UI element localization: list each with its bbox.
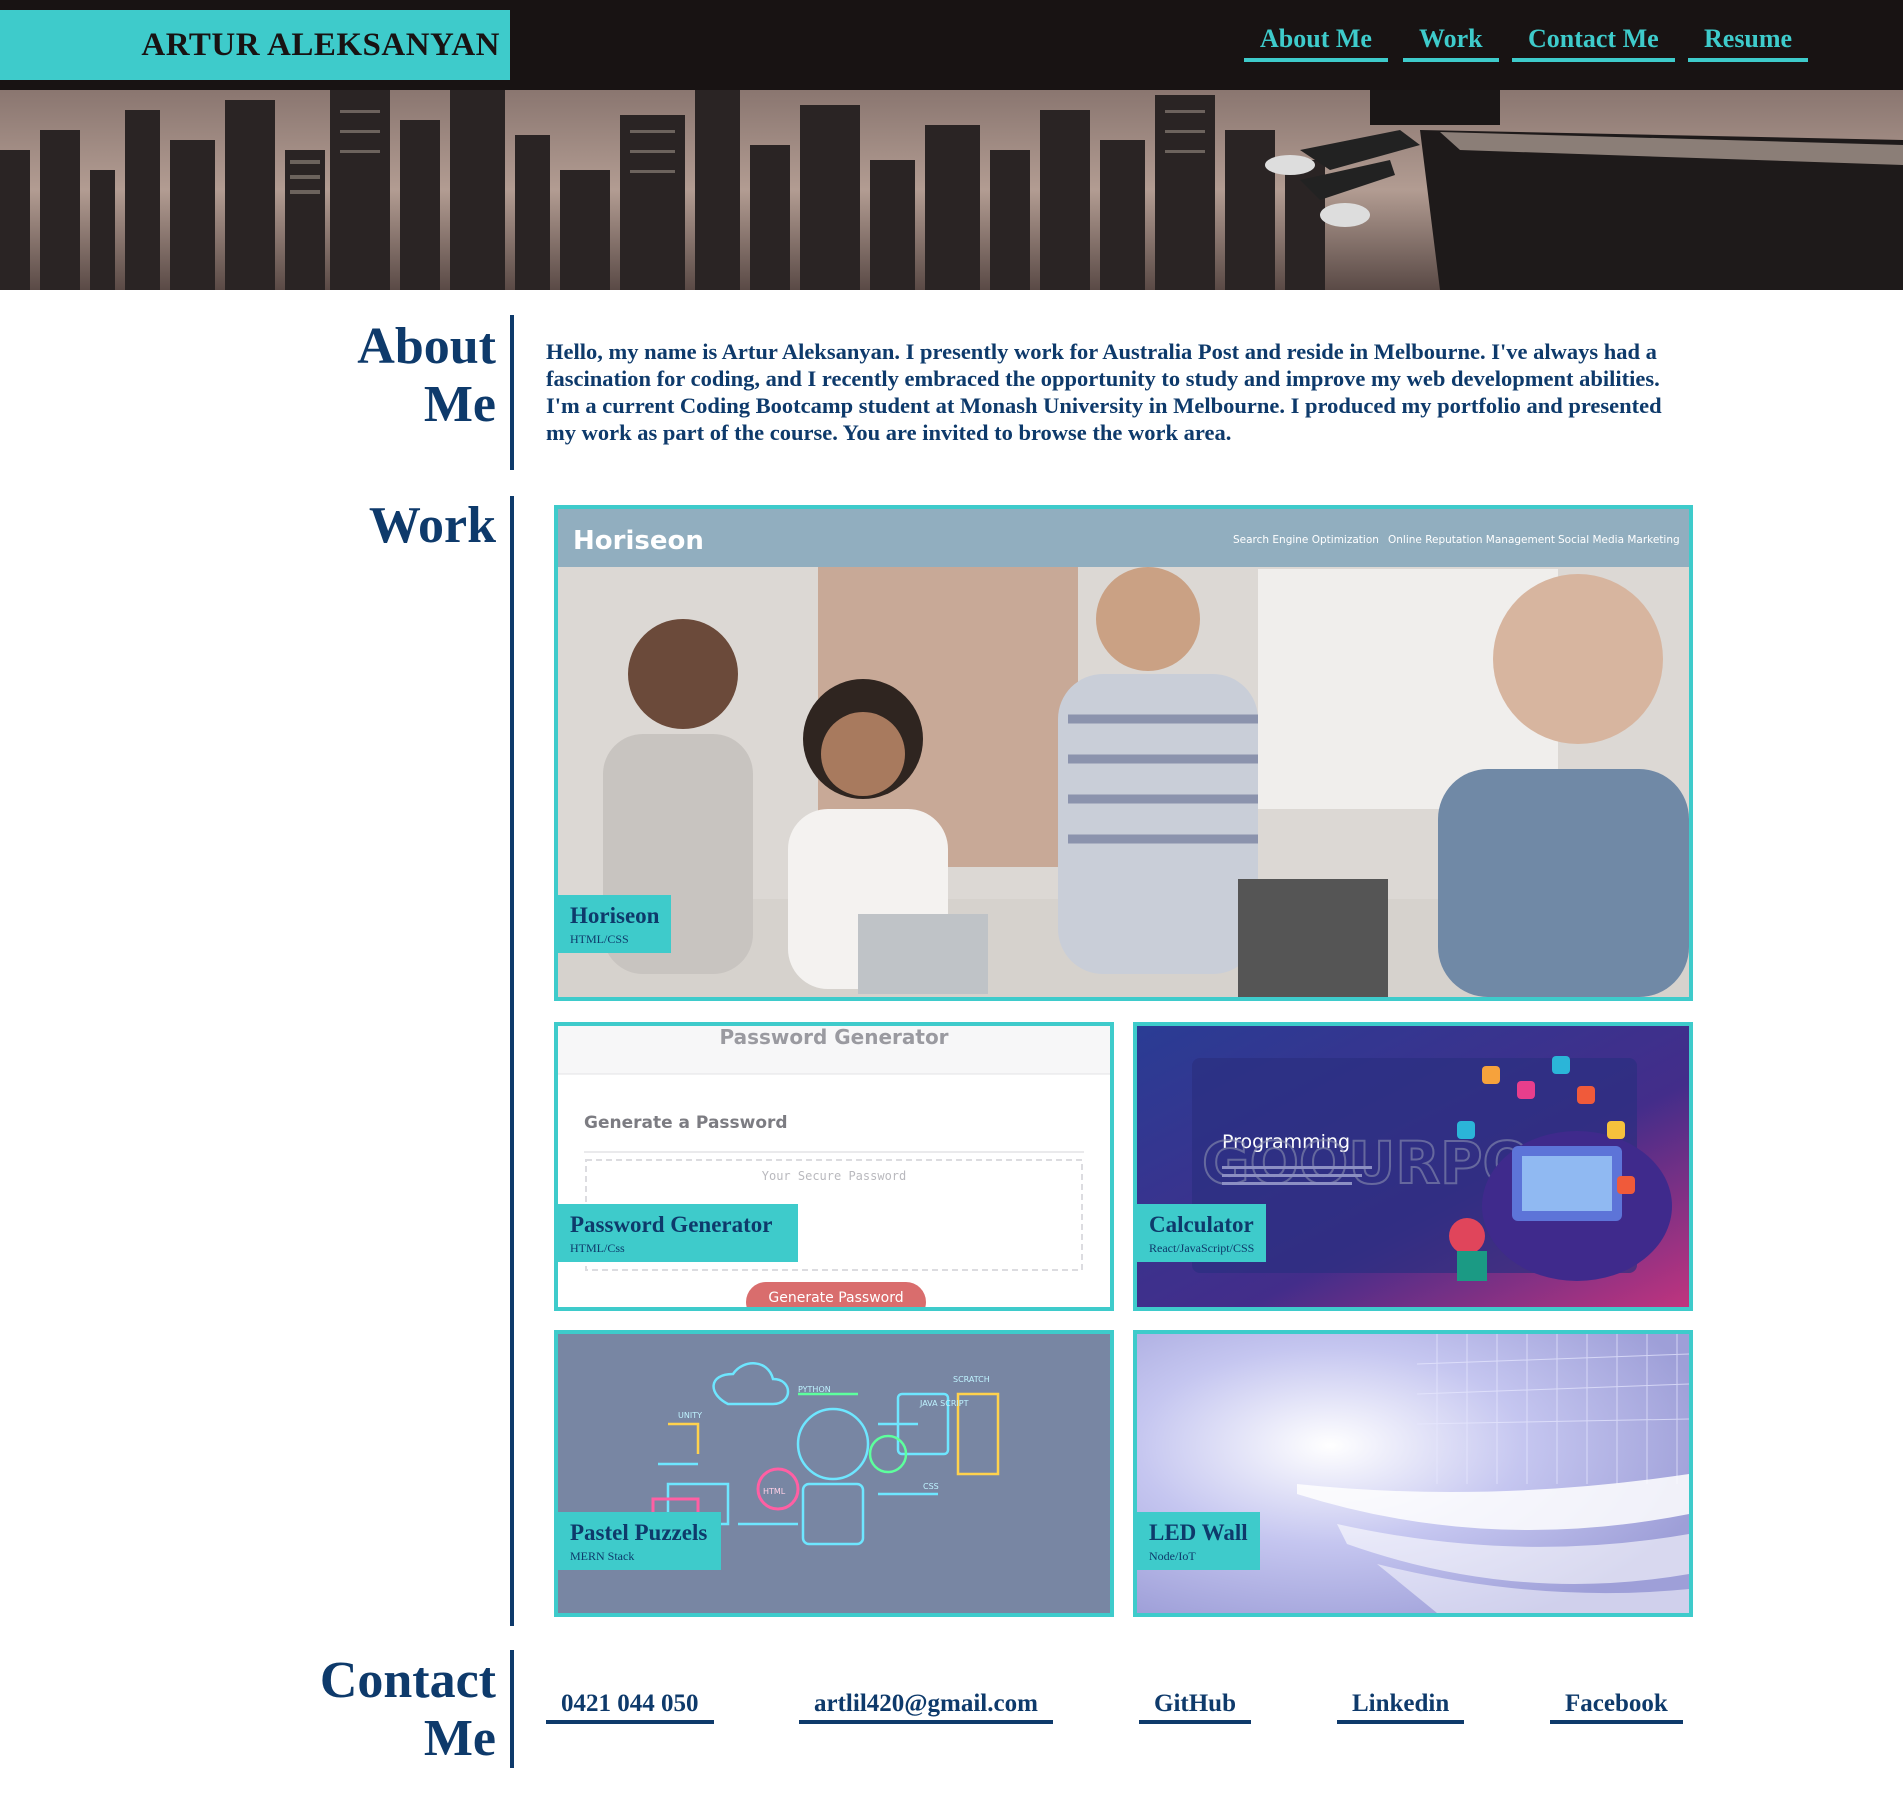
project-tech-pastel-puzzels: MERN Stack [570, 1549, 635, 1563]
project-label-led-wall: LED Wall Node/IoT [1137, 1512, 1260, 1570]
about-divider [510, 315, 514, 470]
puzzels-preview-label-unity: UNITY [678, 1411, 702, 1420]
contact-facebook-link[interactable]: Facebook [1550, 1690, 1683, 1724]
project-title-password-generator[interactable]: Password Generator [570, 1212, 773, 1238]
horiseon-preview-logo: Horiseon [573, 526, 704, 556]
password-preview-heading: Generate a Password [584, 1113, 788, 1133]
puzzels-preview-label-css: CSS [923, 1482, 939, 1491]
project-title-horiseon[interactable]: Horiseon [570, 903, 659, 929]
puzzels-preview-label-scratch: SCRATCH [953, 1375, 990, 1384]
work-divider [510, 496, 514, 1626]
password-preview-header: Password Generator [719, 1026, 948, 1049]
project-title-led-wall[interactable]: LED Wall [1149, 1520, 1248, 1546]
nav-about-me[interactable]: About Me [1244, 24, 1388, 62]
project-label-pastel-puzzels: Pastel Puzzels MERN Stack [558, 1512, 722, 1570]
nav-contact-me[interactable]: Contact Me [1512, 24, 1675, 62]
nav-work[interactable]: Work [1403, 24, 1499, 62]
contact-phone-link[interactable]: 0421 044 050 [546, 1690, 714, 1724]
contact-divider [510, 1650, 514, 1768]
project-card-password-generator[interactable]: Password Generator Generate a Password Y… [554, 1022, 1114, 1311]
project-card-led-wall[interactable]: LED Wall Node/IoT [1133, 1330, 1693, 1617]
site-brand[interactable]: ARTUR ALEKSANYAN [141, 27, 500, 64]
project-tech-password-generator: HTML/Css [570, 1241, 625, 1255]
pastel-puzzels-preview-image: PYTHON SCRATCH UNITY JAVA SCRIPT HTML CS… [558, 1334, 1110, 1613]
horiseon-preview-nav-3: Social Media Marketing [1558, 534, 1680, 546]
nav-resume[interactable]: Resume [1688, 24, 1809, 62]
contact-linkedin-link[interactable]: Linkedin [1337, 1690, 1465, 1724]
puzzels-preview-label-javascript: JAVA SCRIPT [919, 1399, 969, 1408]
password-generator-preview-image: Password Generator Generate a Password Y… [558, 1026, 1110, 1307]
contact-title: Contact Me [260, 1652, 496, 1768]
about-title-line1: About [357, 318, 496, 375]
project-label-calculator: Calculator React/JavaScript/CSS [1137, 1204, 1267, 1262]
work-title: Work [368, 497, 496, 554]
about-title-line2: Me [423, 376, 496, 433]
calculator-preview-image: Programming GOOURPO [1137, 1026, 1689, 1307]
password-preview-button: Generate Password [768, 1290, 903, 1306]
project-card-horiseon[interactable]: Horiseon Search Engine Optimization Onli… [554, 505, 1693, 1001]
project-tech-horiseon: HTML/CSS [570, 932, 629, 946]
about-title: About Me [300, 318, 496, 434]
project-card-pastel-puzzels[interactable]: PYTHON SCRATCH UNITY JAVA SCRIPT HTML CS… [554, 1330, 1114, 1617]
horiseon-preview-nav-2: Online Reputation Management [1388, 534, 1555, 546]
contact-email-link[interactable]: artlil420@gmail.com [799, 1690, 1053, 1724]
horiseon-preview-nav-1: Search Engine Optimization [1233, 534, 1379, 546]
password-preview-placeholder: Your Secure Password [762, 1169, 907, 1183]
site-header: ARTUR ALEKSANYAN About Me Work Contact M… [0, 0, 1903, 90]
led-wall-preview-image [1137, 1334, 1689, 1613]
contact-title-line1: Contact [319, 1652, 496, 1709]
project-title-calculator[interactable]: Calculator [1149, 1212, 1254, 1238]
project-label-password-generator: Password Generator HTML/Css [558, 1204, 798, 1262]
project-tech-led-wall: Node/IoT [1149, 1549, 1196, 1563]
project-title-pastel-puzzels[interactable]: Pastel Puzzels [570, 1520, 707, 1546]
contact-title-line2: Me [423, 1710, 496, 1767]
about-paragraph: Hello, my name is Artur Aleksanyan. I pr… [546, 339, 1662, 445]
project-card-calculator[interactable]: Programming GOOURPO Calculator React/Jav… [1133, 1022, 1693, 1311]
contact-github-link[interactable]: GitHub [1139, 1690, 1251, 1724]
horiseon-preview-image: Horiseon Search Engine Optimization Onli… [558, 509, 1689, 997]
brand-box: ARTUR ALEKSANYAN [0, 10, 510, 80]
hero-cityscape-image [0, 90, 1903, 290]
puzzels-preview-label-html: HTML [763, 1487, 786, 1496]
project-tech-calculator: React/JavaScript/CSS [1149, 1241, 1255, 1255]
puzzels-preview-label-python: PYTHON [798, 1385, 831, 1394]
project-label-horiseon: Horiseon HTML/CSS [558, 895, 672, 953]
calculator-preview-watermark: GOOURPO [1202, 1129, 1532, 1197]
